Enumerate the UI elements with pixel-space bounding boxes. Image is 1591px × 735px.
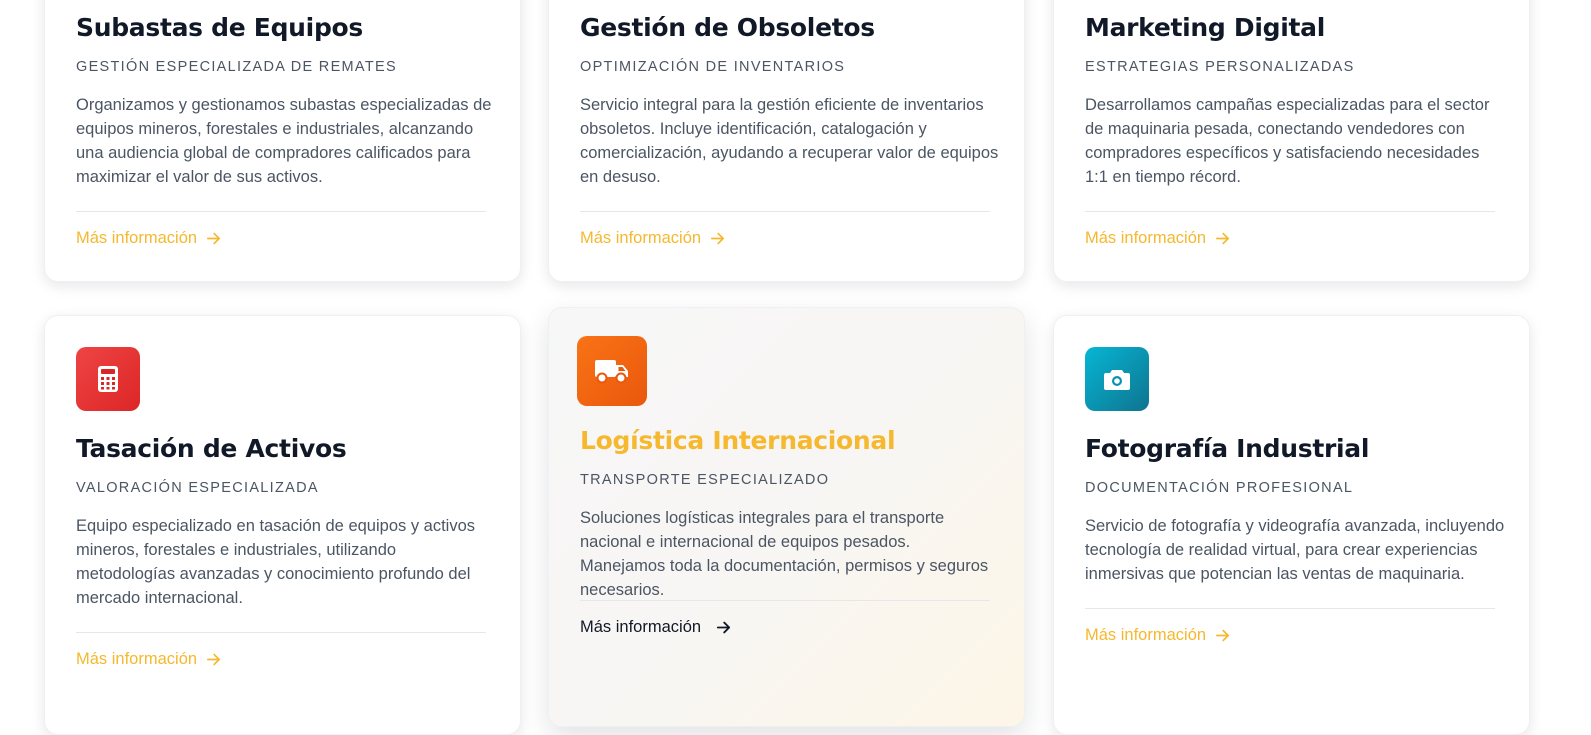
card-description: Organizamos y gestionamos subastas espec… xyxy=(76,96,492,186)
arrow-right-icon xyxy=(1216,232,1230,245)
card-divider xyxy=(76,632,486,633)
more-info-label: Más información xyxy=(1085,229,1207,247)
more-info-link[interactable]: Más información xyxy=(76,650,222,669)
card-title: Tasación de Activos xyxy=(76,434,347,463)
more-info-label: Más información xyxy=(76,229,198,247)
truck-icon xyxy=(595,360,628,384)
card-description: Desarrollamos campañas especializadas pa… xyxy=(1085,96,1490,186)
more-info-label: Más información xyxy=(76,650,198,668)
more-info-label: Más información xyxy=(580,229,702,247)
more-info-link[interactable]: Más información xyxy=(1085,229,1231,248)
card-title: Subastas de Equipos xyxy=(76,13,364,42)
card-title: Logística Internacional xyxy=(580,426,896,455)
arrow-right-icon xyxy=(207,232,221,245)
truck-icon-badge xyxy=(577,336,647,406)
arrow-right-icon xyxy=(1216,629,1230,642)
calculator-icon-badge xyxy=(76,347,140,411)
card-description: Servicio de fotografía y videografía ava… xyxy=(1085,517,1505,583)
more-info-link[interactable]: Más información xyxy=(580,229,726,248)
calculator-icon xyxy=(98,366,118,392)
camera-icon-badge xyxy=(1085,347,1149,411)
card-description: Soluciones logísticas integrales para el… xyxy=(580,509,989,599)
more-info-label: Más información xyxy=(1085,626,1207,644)
more-info-link[interactable]: Más información xyxy=(1085,626,1231,645)
card-divider xyxy=(1085,211,1495,212)
card-divider xyxy=(580,600,990,601)
card-subtitle: GESTIÓN ESPECIALIZADA DE REMATES xyxy=(76,59,397,75)
card-subtitle: TRANSPORTE ESPECIALIZADO xyxy=(580,472,830,488)
card-subtitle: VALORACIÓN ESPECIALIZADA xyxy=(76,480,319,496)
service-card-subastas: Subastas de Equipos GESTIÓN ESPECIALIZAD… xyxy=(44,0,521,282)
service-card-logistica: Logística Internacional TRANSPORTE ESPEC… xyxy=(548,307,1025,727)
arrow-right-icon xyxy=(716,621,731,634)
service-card-obsoletos: Gestión de Obsoletos OPTIMIZACIÓN DE INV… xyxy=(548,0,1025,282)
card-divider xyxy=(1085,608,1495,609)
card-subtitle: ESTRATEGIAS PERSONALIZADAS xyxy=(1085,59,1355,75)
card-title: Fotografía Industrial xyxy=(1085,434,1370,463)
more-info-link[interactable]: Más información xyxy=(76,229,222,248)
arrow-right-icon xyxy=(207,653,221,666)
service-card-tasacion: Tasación de Activos VALORACIÓN ESPECIALI… xyxy=(44,315,521,735)
card-title: Gestión de Obsoletos xyxy=(580,13,875,42)
camera-icon xyxy=(1104,370,1130,390)
card-divider xyxy=(76,211,486,212)
service-card-marketing: Marketing Digital ESTRATEGIAS PERSONALIZ… xyxy=(1053,0,1530,282)
card-divider xyxy=(580,211,990,212)
card-subtitle: DOCUMENTACIÓN PROFESIONAL xyxy=(1085,480,1354,496)
service-card-fotografia: Fotografía Industrial DOCUMENTACIÓN PROF… xyxy=(1053,315,1530,735)
card-title: Marketing Digital xyxy=(1085,13,1325,42)
more-info-link[interactable]: Más información xyxy=(580,618,732,637)
more-info-label: Más información xyxy=(580,618,702,636)
arrow-right-icon xyxy=(711,232,725,245)
card-subtitle: OPTIMIZACIÓN DE INVENTARIOS xyxy=(580,59,846,75)
card-description: Servicio integral para la gestión eficie… xyxy=(580,96,999,186)
card-description: Equipo especializado en tasación de equi… xyxy=(76,517,476,607)
